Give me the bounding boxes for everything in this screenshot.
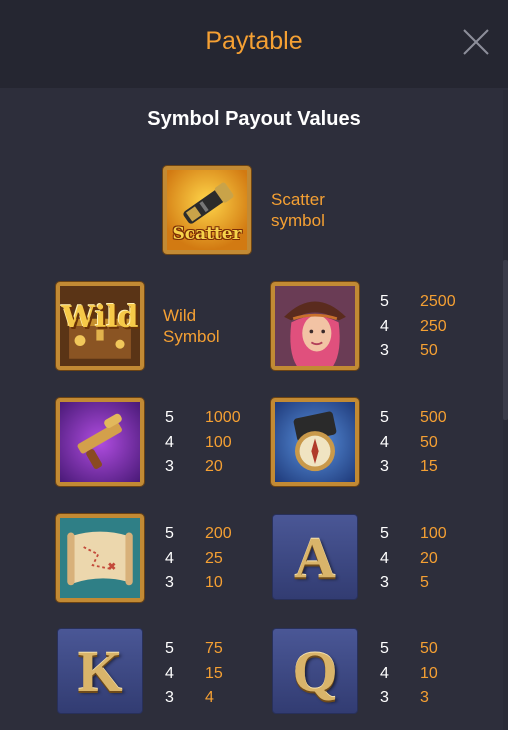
close-button[interactable] bbox=[460, 26, 492, 58]
wild-icon-text: Wild bbox=[61, 300, 139, 335]
wild-label-line2: Symbol bbox=[163, 327, 220, 346]
letter-q: Q bbox=[292, 638, 338, 704]
close-icon[interactable] bbox=[460, 26, 492, 58]
section-title: Symbol Payout Values bbox=[147, 108, 361, 130]
pirate-girl-symbol-icon bbox=[271, 282, 359, 370]
letter-a-symbol-icon: A bbox=[272, 514, 358, 600]
compass-symbol-icon bbox=[271, 398, 359, 486]
pistol-spyglass-symbol-icon bbox=[56, 398, 144, 486]
letter-a: A bbox=[294, 524, 336, 590]
letter-q-symbol-icon: Q bbox=[272, 628, 358, 714]
scatter-label-line1: Scatter bbox=[271, 190, 325, 209]
scatter-icon-text: Scatter bbox=[172, 224, 242, 244]
scrollbar-thumb[interactable] bbox=[503, 260, 508, 420]
scrollbar[interactable] bbox=[503, 90, 508, 730]
wild-label: Wild Symbol bbox=[163, 305, 220, 347]
scatter-symbol-icon: Scatter bbox=[163, 166, 251, 254]
page-title: Paytable bbox=[205, 27, 303, 55]
scatter-label-line2: symbol bbox=[271, 211, 325, 230]
wild-label-line1: Wild bbox=[163, 306, 197, 325]
header-bar: Paytable bbox=[0, 0, 508, 88]
letter-k-symbol-icon: K bbox=[57, 628, 143, 714]
letter-k: K bbox=[77, 638, 123, 704]
scatter-label: Scatter symbol bbox=[271, 189, 325, 231]
treasure-map-symbol-icon bbox=[56, 514, 144, 602]
wild-symbol-icon: Wild bbox=[56, 282, 144, 370]
